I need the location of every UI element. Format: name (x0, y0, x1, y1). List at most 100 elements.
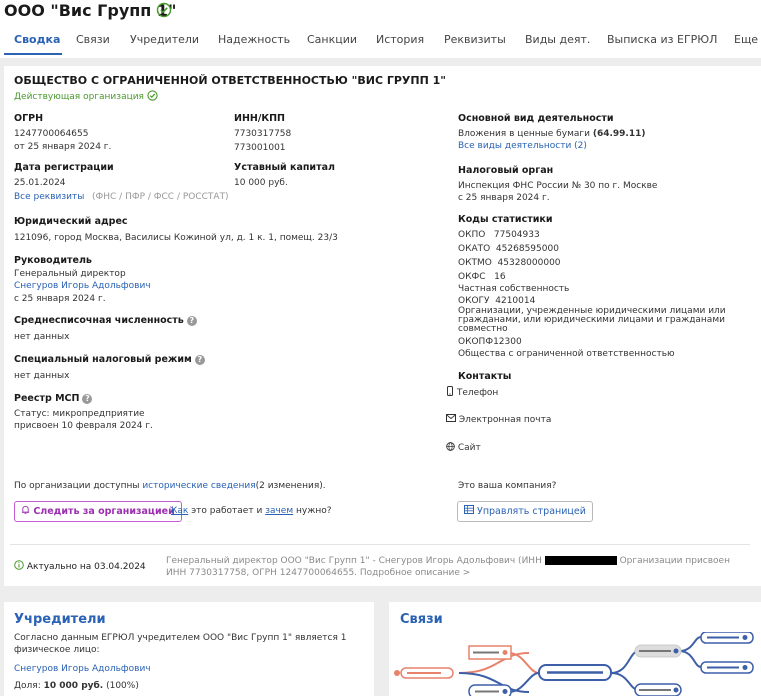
phone-icon (447, 386, 453, 396)
okpo-code: ОКПО 77504933 (458, 230, 540, 240)
graph-node-dot (502, 689, 508, 694)
info-icon (14, 560, 24, 570)
okopf-code: ОКОПФ12300 (458, 337, 522, 347)
email-label: Электронная почта (458, 415, 552, 425)
headcount-value: нет данных (14, 332, 70, 342)
msp-label-text: Реестр МСП (14, 393, 80, 404)
description-line-1b: Организации присвоен (619, 556, 730, 566)
share-label: Доля: (14, 681, 41, 691)
tab-requisites[interactable]: Реквизиты (444, 33, 506, 46)
manage-button-label: Управлять страницей (477, 506, 586, 517)
founder-name-link[interactable]: Снегуров Игорь Адольфович (14, 664, 151, 674)
active-tab-indicator (4, 53, 62, 55)
contacts-label: Контакты (458, 371, 512, 382)
ogrn-label: ОГРН (14, 113, 44, 124)
graph-node-dot (394, 670, 400, 676)
stat-codes-label: Коды статистики (458, 214, 553, 225)
status-check-icon (147, 90, 158, 101)
company-title: ООО "Вис Групп 1" (4, 1, 177, 20)
graph-node-dot (502, 650, 508, 655)
help-icon[interactable]: ? (194, 354, 205, 365)
all-requisites-link[interactable]: Все реквизиты (14, 192, 84, 202)
graph-node-dot (742, 665, 748, 670)
why-suffix-text: нужно? (296, 506, 332, 516)
follow-button-label: Следить за организацией (33, 506, 175, 517)
tax-regime-value: нет данных (14, 371, 70, 381)
head-label: Руководитель (14, 255, 92, 266)
tab-activities[interactable]: Виды деят. (525, 33, 590, 46)
bell-icon (21, 505, 30, 515)
help-icon[interactable]: ? (82, 393, 93, 404)
site-label: Сайт (457, 443, 481, 453)
phone-contact: Телефон (446, 386, 498, 399)
why-link[interactable]: зачем (265, 506, 293, 516)
founders-card: Учредители Согласно данным ЕГРЮЛ учредит… (4, 602, 374, 696)
status-text: Действующая организация (14, 92, 144, 102)
head-name-link[interactable]: Снегуров Игорь Адольфович (14, 281, 151, 291)
links-graph[interactable] (389, 632, 761, 696)
how-it-works-note: Как это работает и зачем нужно? (171, 505, 332, 517)
headcount-label: Среднесписочная численность? (14, 315, 197, 326)
activity-label: Основной вид деятельности (458, 113, 614, 124)
description-more-link[interactable]: ИНН 7730317758, ОГРН 1247700064655. Подр… (166, 568, 470, 578)
phone-label: Телефон (456, 388, 499, 398)
okopf-desc: Общества с ограниченной ответственностью (458, 349, 675, 359)
links-title[interactable]: Связи (400, 612, 443, 627)
globe-icon (446, 442, 455, 451)
okfs-code: ОКФС 16 (458, 272, 506, 282)
tax-org-value: Инспекция ФНС России № 30 по г. Москве (458, 181, 658, 191)
graph-edge (678, 636, 702, 652)
how-link[interactable]: Как (171, 506, 188, 516)
site-contact: Сайт (446, 442, 481, 454)
founder-share: Доля: 10 000 руб. (100%) (14, 680, 139, 692)
company-description: Генеральный директор ООО "Вис Групп 1" -… (166, 555, 756, 579)
manage-page-button[interactable]: Управлять страницей (457, 501, 593, 522)
help-icon[interactable]: ? (186, 315, 197, 326)
tax-org-label: Налоговый орган (458, 165, 554, 176)
head-position: Генеральный директор (14, 269, 126, 279)
status-badge: Действующая организация (14, 90, 158, 102)
ogrn-value: 1247700064655 (14, 129, 89, 139)
your-company-question: Это ваша компания? (458, 481, 557, 491)
tab-reliability[interactable]: Надежность (218, 33, 290, 46)
tab-founders[interactable]: Учредители (130, 33, 199, 46)
graph-node-dot (742, 635, 748, 640)
page-header: ООО "Вис Групп 1" Сводка Связи Учредител… (0, 0, 761, 58)
email-contact: Электронная почта (446, 414, 551, 426)
founders-text: Согласно данным ЕГРЮЛ учредителем ООО "В… (14, 633, 347, 655)
tab-summary[interactable]: Сводка (14, 33, 60, 46)
msp-label: Реестр МСП? (14, 393, 93, 404)
tab-sanctions[interactable]: Санкции (307, 33, 357, 46)
activity-text: Вложения в ценные бумаги (458, 129, 590, 139)
share-value: 10 000 руб. (43, 681, 104, 691)
tab-history[interactable]: История (376, 33, 424, 46)
tab-egrul-extract[interactable]: Выписка из ЕГРЮЛ (607, 33, 717, 46)
activity-value: Вложения в ценные бумаги (64.99.11) (458, 128, 645, 140)
capital-value: 10 000 руб. (234, 178, 288, 188)
regdate-value: 25.01.2024 (14, 178, 66, 188)
requisites-sources: (ФНС / ПФР / ФСС / РОССТАТ) (92, 192, 229, 202)
links-card: Связи (389, 602, 761, 696)
inn-kpp-label: ИНН/КПП (234, 113, 285, 124)
table-icon (464, 505, 474, 514)
tab-more[interactable]: Еще (734, 33, 758, 46)
summary-card: ОБЩЕСТВО С ОГРАНИЧЕННОЙ ОТВЕТСТВЕННОСТЬЮ… (4, 66, 761, 586)
tax-org-since: с 25 января 2024 г. (458, 193, 550, 203)
history-note: По организации доступны исторические све… (14, 480, 326, 492)
verified-check-icon (156, 2, 172, 18)
founders-title[interactable]: Учредители (14, 612, 106, 627)
tab-links[interactable]: Связи (76, 33, 110, 46)
all-activities-link[interactable]: Все виды деятельности (2) (458, 141, 587, 151)
share-percent: (100%) (106, 681, 139, 691)
history-prefix: По организации доступны (14, 481, 140, 491)
company-full-name: ОБЩЕСТВО С ОГРАНИЧЕННОЙ ОТВЕТСТВЕННОСТЬЮ… (14, 74, 447, 87)
ogrn-date: от 25 января 2024 г. (14, 142, 112, 152)
tax-regime-label: Специальный налоговый режим? (14, 354, 205, 365)
history-link[interactable]: исторические сведения (142, 481, 255, 491)
graph-node-dot (673, 648, 679, 654)
tax-regime-label-text: Специальный налоговый режим (14, 354, 192, 365)
msp-status: Статус: микропредприятие (14, 409, 145, 419)
graph-edge (678, 650, 702, 668)
follow-organization-button[interactable]: Следить за организацией (14, 501, 182, 522)
kpp-value: 773001001 (234, 143, 286, 153)
